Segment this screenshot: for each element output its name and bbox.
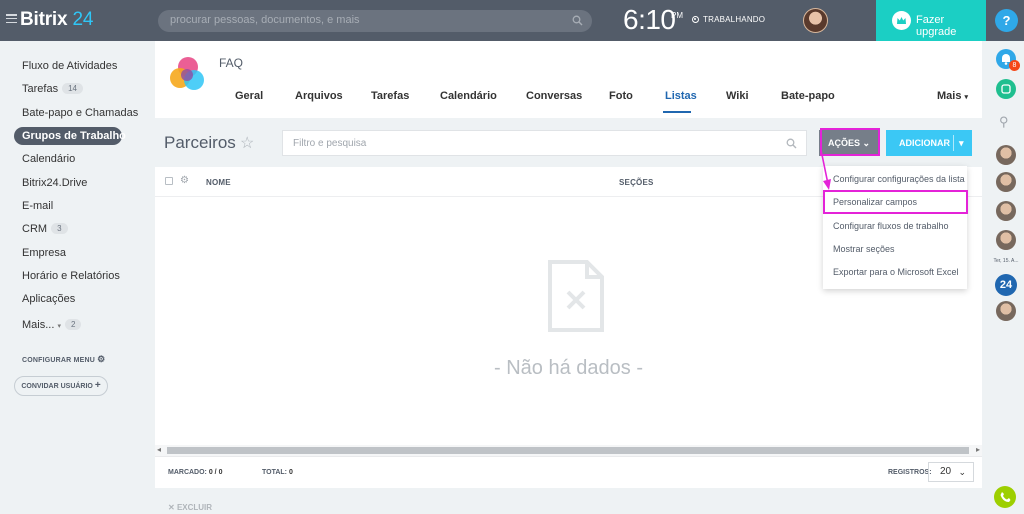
menu-icon[interactable]: [6, 14, 17, 24]
highlight-box: [823, 190, 968, 214]
scrollbar-thumb[interactable]: [167, 447, 969, 454]
total-count: TOTAL: 0: [262, 469, 293, 476]
phone-icon[interactable]: [994, 486, 1016, 508]
contact-avatar[interactable]: [996, 301, 1016, 321]
pointer-arrow: [820, 150, 831, 190]
filter-input[interactable]: Filtro e pesquisa: [282, 130, 807, 156]
top-bar: Bitrix 24 procurar pessoas, documentos, …: [0, 0, 1024, 41]
search-icon[interactable]: ⚲: [999, 114, 1009, 130]
marked-count: MARCADO: 0 / 0: [168, 469, 223, 476]
counter-badge: 3: [51, 223, 68, 234]
nav-item-crm[interactable]: CRM 3: [22, 223, 68, 235]
tab-conversas[interactable]: Conversas: [526, 90, 582, 102]
tab-geral[interactable]: Geral: [235, 90, 263, 102]
tab-listas[interactable]: Listas: [665, 90, 697, 102]
chevron-down-icon: ▾: [964, 94, 969, 101]
tab-wiki[interactable]: Wiki: [726, 90, 749, 102]
tab-arquivos[interactable]: Arquivos: [295, 90, 343, 102]
horizontal-scrollbar[interactable]: ◂ ▸: [155, 445, 982, 456]
menu-item-configure-list[interactable]: Configurar configurações da lista: [833, 174, 965, 184]
date-label: Ter, 15. A...: [993, 258, 1019, 264]
group-header: FAQ Geral Arquivos Tarefas Calendário Co…: [155, 41, 982, 118]
column-header-secoes[interactable]: SEÇÕES: [619, 178, 654, 187]
records-label: REGISTROS:: [888, 469, 932, 476]
clock[interactable]: 6:10: [623, 4, 676, 36]
gear-icon[interactable]: ⚙: [180, 175, 189, 186]
menu-item-show-sections[interactable]: Mostrar seções: [833, 244, 895, 254]
crown-icon: [892, 11, 911, 30]
tab-tarefas[interactable]: Tarefas: [371, 90, 409, 102]
nav-item-fluxo[interactable]: Fluxo de Atividades: [22, 60, 117, 72]
chevron-down-icon: ⌄: [958, 467, 966, 477]
chat-icon[interactable]: [996, 79, 1016, 99]
group-logo: [170, 57, 204, 90]
nav-item-drive[interactable]: Bitrix24.Drive: [22, 177, 87, 189]
menu-item-workflows[interactable]: Configurar fluxos de trabalho: [833, 221, 949, 231]
empty-state-text: - Não há dados -: [494, 357, 643, 379]
delete-button[interactable]: ✕ EXCLUIR: [168, 503, 212, 512]
global-search-input[interactable]: procurar pessoas, documentos, e mais: [158, 10, 592, 32]
nav-item-empresa[interactable]: Empresa: [22, 247, 66, 259]
counter-badge: 2: [64, 319, 82, 330]
nav-item-email[interactable]: E-mail: [22, 200, 53, 212]
left-nav: Fluxo de Atividades Tarefas 14 Bate-papo …: [0, 41, 155, 514]
gear-icon: ⚙: [97, 354, 106, 364]
star-icon[interactable]: ☆: [240, 133, 254, 153]
nav-item-horario[interactable]: Horário e Relatórios: [22, 270, 120, 282]
active-tab-indicator: [663, 111, 691, 113]
scroll-right-icon[interactable]: ▸: [976, 445, 980, 454]
tab-calendario[interactable]: Calendário: [440, 90, 497, 102]
tab-foto[interactable]: Foto: [609, 90, 633, 102]
add-button[interactable]: ADICIONAR ▾: [886, 130, 972, 156]
record-icon: [692, 16, 699, 23]
empty-document-icon: [548, 260, 604, 332]
menu-item-export-excel[interactable]: Exportar para o Microsoft Excel: [833, 267, 959, 277]
configure-menu-link[interactable]: CONFIGURAR MENU ⚙: [22, 354, 105, 365]
contact-avatar[interactable]: [996, 145, 1016, 165]
counter-badge: 14: [62, 83, 83, 94]
clock-ampm: PM: [671, 11, 683, 20]
scroll-left-icon[interactable]: ◂: [157, 445, 161, 454]
contact-avatar[interactable]: [996, 172, 1016, 192]
user-avatar[interactable]: [803, 8, 828, 33]
right-sidebar: 8 ⚲ Ter, 15. A... 24: [988, 41, 1024, 514]
records-select[interactable]: 20 ⌄: [928, 462, 974, 482]
bitrix24-icon[interactable]: 24: [995, 274, 1017, 296]
contact-avatar[interactable]: [996, 201, 1016, 221]
invite-user-button[interactable]: CONVIDAR USUÁRIO +: [14, 376, 108, 396]
chevron-down-icon: ▾: [57, 323, 61, 330]
logo[interactable]: Bitrix 24: [20, 9, 93, 31]
select-all-checkbox[interactable]: [165, 177, 173, 185]
help-button[interactable]: ?: [995, 9, 1018, 32]
tab-mais[interactable]: Mais ▾: [937, 90, 968, 102]
group-name[interactable]: FAQ: [219, 56, 243, 70]
search-icon[interactable]: [786, 138, 797, 149]
split-divider: [953, 135, 954, 151]
close-icon: ✕: [168, 503, 175, 512]
tab-bate-papo[interactable]: Bate-papo: [781, 90, 835, 102]
search-icon: [572, 15, 583, 26]
chevron-down-icon[interactable]: ▾: [959, 130, 964, 156]
nav-item-aplicacoes[interactable]: Aplicações: [22, 293, 75, 305]
notification-badge: 8: [1009, 60, 1020, 71]
nav-item-tarefas[interactable]: Tarefas 14: [22, 83, 83, 95]
column-header-nome[interactable]: NOME: [206, 178, 231, 187]
upgrade-button[interactable]: Fazer upgrade: [876, 0, 986, 41]
grid-footer: MARCADO: 0 / 0 TOTAL: 0 REGISTROS: 20 ⌄: [155, 456, 982, 488]
work-status[interactable]: TRABALHANDO: [692, 15, 765, 24]
actions-menu: Configurar configurações da lista Person…: [823, 166, 967, 289]
nav-item-grupos-label[interactable]: Grupos de Trabalho: [22, 130, 126, 142]
nav-item-chat[interactable]: Bate-papo e Chamadas: [22, 107, 138, 119]
nav-item-calendario[interactable]: Calendário: [22, 153, 75, 165]
page-title: Parceiros: [164, 133, 236, 152]
plus-icon: +: [94, 380, 101, 391]
contact-avatar[interactable]: [996, 230, 1016, 250]
nav-item-mais[interactable]: Mais... ▾ 2: [22, 319, 82, 331]
